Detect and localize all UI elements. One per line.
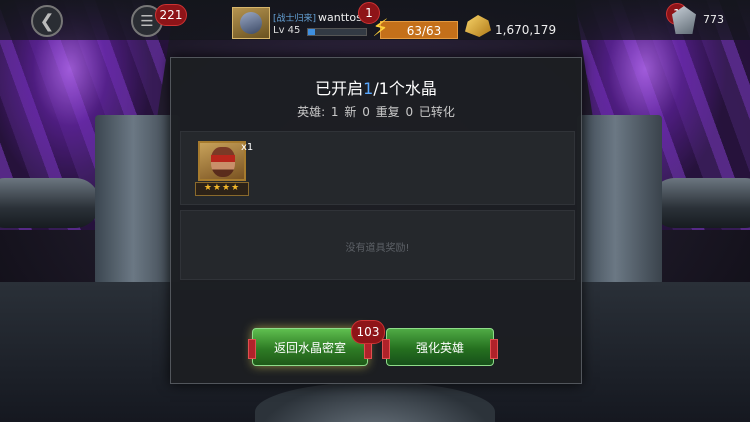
dialog-title: 已开启1/1个水晶 [171, 75, 581, 99]
units-counter[interactable]: 773 [703, 13, 724, 26]
title-opened-count: 1 [363, 79, 374, 98]
back-button[interactable]: ❮ [31, 5, 63, 37]
no-items-text: 没有道具奖励! [345, 243, 410, 254]
xp-bar [307, 28, 367, 36]
hero-mask [211, 155, 235, 162]
title-suffix: /1个水晶 [373, 79, 437, 98]
player-avatar[interactable] [232, 7, 270, 39]
hero-count: x1 [241, 142, 254, 153]
right-pipe [650, 178, 750, 228]
power-up-hero-button[interactable]: 强化英雄 [382, 328, 498, 366]
back-arrow-icon: ❮ [39, 10, 55, 32]
avatar-portrait-icon [240, 12, 262, 34]
xp-bar-fill [308, 29, 315, 35]
energy-counter[interactable]: 63/63 [380, 21, 458, 39]
left-pillar [95, 115, 180, 285]
hero-rewards-panel: ★★★★ x1 [180, 131, 575, 205]
power-up-hero-label: 强化英雄 [415, 340, 464, 355]
energy-bolt-icon: ⚡ [372, 14, 389, 42]
player-level: Lv 45 [273, 25, 301, 36]
gold-icon [465, 15, 491, 37]
hero-summary: 英雄: 1 新 0 重复 0 已转化 [297, 105, 455, 119]
title-prefix: 已开启 [315, 79, 364, 98]
alliance-tag: [战士归来] [273, 14, 317, 24]
button-cap-right [490, 339, 498, 359]
top-bar: ❮ ☰ 221 [战士归来] wanttose 1 Lv 45 63/63 ⚡ … [0, 0, 750, 42]
vault-crystal-badge: 103 [351, 320, 385, 344]
left-pipe [0, 178, 100, 228]
menu-badge: 221 [155, 4, 187, 26]
gold-counter[interactable]: 1,670,179 [495, 23, 556, 37]
item-rewards-panel: 没有道具奖励! [180, 210, 575, 280]
star-lord-portrait-icon [198, 141, 246, 181]
hero-card[interactable]: ★★★★ x1 [193, 141, 254, 196]
menu-icon: ☰ [140, 12, 154, 30]
button-cap-left [382, 339, 390, 359]
return-to-vault-label: 返回水晶密室 [273, 340, 346, 355]
hero-star-rating: ★★★★ [195, 182, 249, 196]
button-cap-left [248, 339, 256, 359]
hero-face [211, 147, 235, 177]
crystal-results-dialog: 已开启1/1个水晶 英雄: 1 新 0 重复 0 已转化 ★★★★ x1 没有道… [170, 57, 582, 384]
right-pillar [577, 115, 662, 285]
